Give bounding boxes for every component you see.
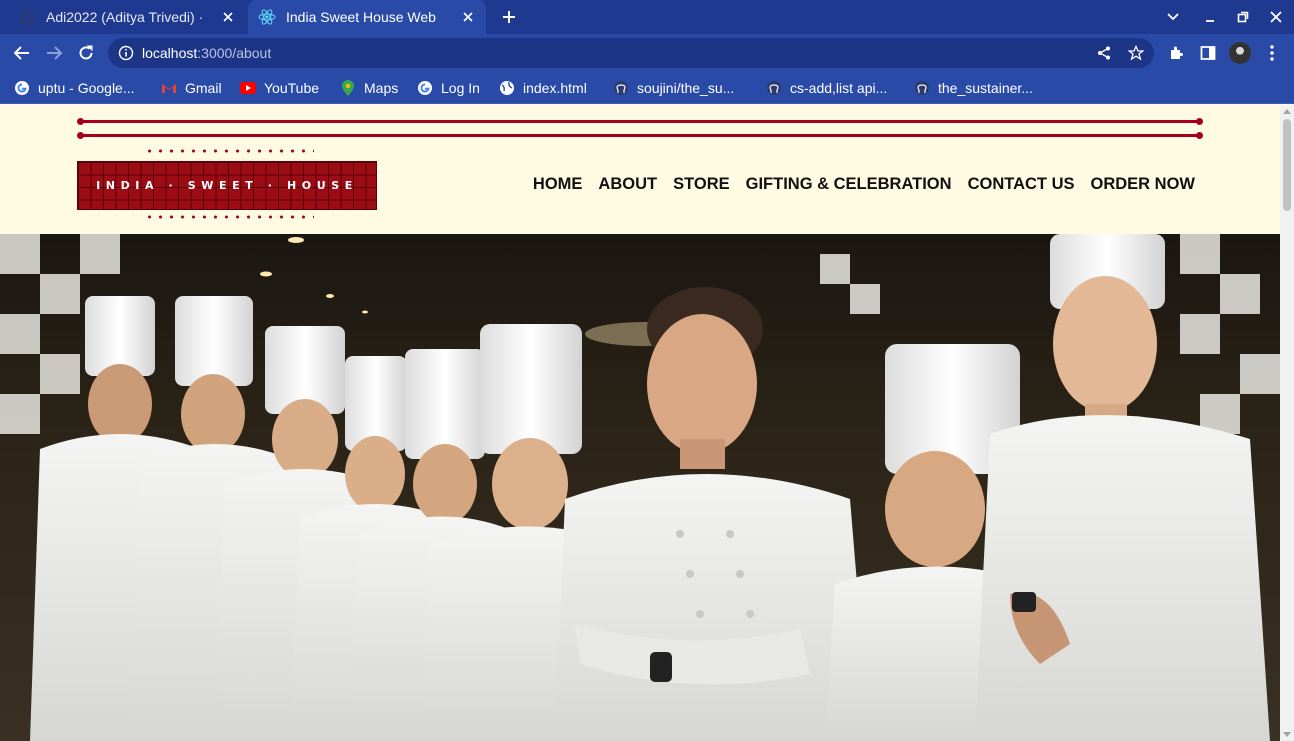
back-icon[interactable] <box>11 42 33 64</box>
header-rule-bottom <box>77 132 1203 139</box>
github-icon <box>613 80 629 96</box>
gmail-icon <box>161 80 177 96</box>
chevron-down-icon[interactable] <box>1163 7 1183 27</box>
browser-toolbar: localhost:3000/about <box>0 34 1294 72</box>
bookmark-label: the_sustainer... <box>938 80 1033 96</box>
page-viewport: INDIA · SWEET · HOUSE HOME ABOUT STORE G… <box>0 105 1280 741</box>
youtube-icon <box>240 80 256 96</box>
github-icon <box>914 80 930 96</box>
logo-dots-bottom <box>144 215 314 219</box>
scroll-down-icon[interactable] <box>1283 732 1291 737</box>
bookmarks-bar: uptu - Google... Gmail YouTube Maps Log … <box>0 72 1294 104</box>
menu-icon[interactable] <box>1262 43 1282 63</box>
bookmark-youtube[interactable]: YouTube <box>240 78 319 98</box>
minimize-icon[interactable] <box>1200 7 1220 27</box>
site-logo[interactable]: INDIA · SWEET · HOUSE <box>77 161 377 210</box>
nav-gifting-celebration[interactable]: GIFTING & CELEBRATION <box>746 175 952 194</box>
nav-contact-us[interactable]: CONTACT US <box>968 175 1075 194</box>
close-icon[interactable] <box>220 9 236 25</box>
side-panel-icon[interactable] <box>1198 43 1218 63</box>
forward-icon[interactable] <box>43 42 65 64</box>
tab-github[interactable]: Adi2022 (Aditya Trivedi) · GitHub <box>8 0 246 34</box>
bookmark-index-html[interactable]: index.html <box>499 78 587 98</box>
tab-title: India Sweet House Web <box>286 9 436 25</box>
url-text: localhost:3000/about <box>142 45 271 61</box>
bookmark-label: cs-add,list api... <box>790 80 888 96</box>
reload-icon[interactable] <box>75 42 97 64</box>
bookmark-soujini[interactable]: soujini/the_su... <box>613 78 734 98</box>
github-icon <box>18 8 36 26</box>
react-icon <box>258 8 276 26</box>
new-tab-icon[interactable] <box>498 6 520 28</box>
nav-store[interactable]: STORE <box>673 175 730 194</box>
header-rule-top <box>77 118 1203 125</box>
maps-icon <box>340 80 356 96</box>
close-icon[interactable] <box>460 9 476 25</box>
github-icon <box>766 80 782 96</box>
tab-title: Adi2022 (Aditya Trivedi) · GitHub <box>46 9 204 25</box>
page-scrollbar[interactable] <box>1280 105 1294 741</box>
bookmark-label: soujini/the_su... <box>637 80 735 96</box>
url-host: localhost <box>142 45 198 61</box>
nav-home[interactable]: HOME <box>533 175 583 194</box>
bookmark-label: YouTube <box>264 80 320 96</box>
bookmark-uptu[interactable]: uptu - Google... <box>14 78 135 98</box>
bookmark-label: Gmail <box>185 80 222 96</box>
bookmark-label: Log In <box>441 80 480 96</box>
address-bar[interactable]: localhost:3000/about <box>108 38 1154 68</box>
share-icon[interactable] <box>1095 44 1113 62</box>
scroll-up-icon[interactable] <box>1283 109 1291 114</box>
logo-text: INDIA · SWEET · HOUSE <box>96 179 358 192</box>
tab-strip: Adi2022 (Aditya Trivedi) · GitHub India … <box>0 0 1294 34</box>
chef-team-photo <box>0 234 1280 741</box>
nav-order-now[interactable]: ORDER NOW <box>1091 175 1196 194</box>
bookmark-label: uptu - Google... <box>38 80 135 96</box>
logo-dots-top <box>144 149 314 153</box>
star-icon[interactable] <box>1127 44 1145 62</box>
bookmark-cs-add[interactable]: cs-add,list api... <box>766 78 887 98</box>
info-icon[interactable] <box>118 45 134 61</box>
globe-icon <box>499 80 515 96</box>
close-window-icon[interactable] <box>1266 7 1286 27</box>
hero-image <box>0 234 1280 741</box>
profile-avatar[interactable] <box>1229 42 1251 64</box>
tab-india-sweet-house[interactable]: India Sweet House Web <box>248 0 486 34</box>
google-icon <box>417 80 433 96</box>
extensions-icon[interactable] <box>1166 43 1186 63</box>
scrollbar-thumb[interactable] <box>1283 119 1291 211</box>
restore-icon[interactable] <box>1233 7 1253 27</box>
bookmark-gmail[interactable]: Gmail <box>161 78 222 98</box>
url-path: :3000/about <box>197 45 272 61</box>
bookmark-the-sustainer[interactable]: the_sustainer... <box>914 78 1033 98</box>
bookmark-log-in[interactable]: Log In <box>417 78 480 98</box>
main-nav: HOME ABOUT STORE GIFTING & CELEBRATION C… <box>533 175 1195 194</box>
bookmark-maps[interactable]: Maps <box>340 78 398 98</box>
bookmark-label: index.html <box>523 80 587 96</box>
nav-about[interactable]: ABOUT <box>598 175 657 194</box>
bookmark-label: Maps <box>364 80 399 96</box>
google-icon <box>14 80 30 96</box>
